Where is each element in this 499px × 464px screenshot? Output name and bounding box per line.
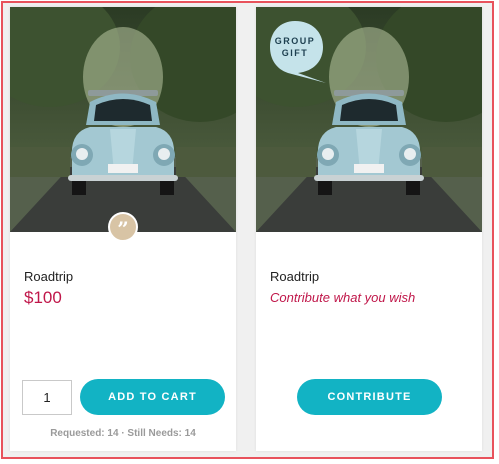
product-photo[interactable] — [10, 7, 236, 232]
group-gift-line2: GIFT — [281, 48, 309, 58]
contribute-button[interactable]: CONTRIBUTE — [297, 379, 442, 415]
product-title: Roadtrip — [270, 269, 320, 284]
group-gift-line1: GROUP — [274, 36, 316, 46]
product-card-roadtrip: ” Roadtrip $100 1 ADD TO CART Requested:… — [10, 7, 236, 451]
vw-beetle-image — [10, 7, 236, 232]
product-price: $100 — [24, 288, 62, 307]
request-stats: Requested: 14 · Still Needs: 14 — [50, 428, 196, 439]
quote-icon[interactable]: ” — [108, 212, 138, 242]
quantity-input[interactable]: 1 — [22, 380, 72, 415]
group-gift-badge: GROUP GIFT — [268, 19, 326, 83]
product-card-roadtrip-group-gift: GROUP GIFT Roadtrip Contribute what you … — [256, 7, 482, 451]
add-to-cart-button[interactable]: ADD TO CART — [80, 379, 225, 415]
contribution-text: Contribute what you wish — [270, 290, 416, 305]
product-title: Roadtrip — [24, 269, 74, 284]
